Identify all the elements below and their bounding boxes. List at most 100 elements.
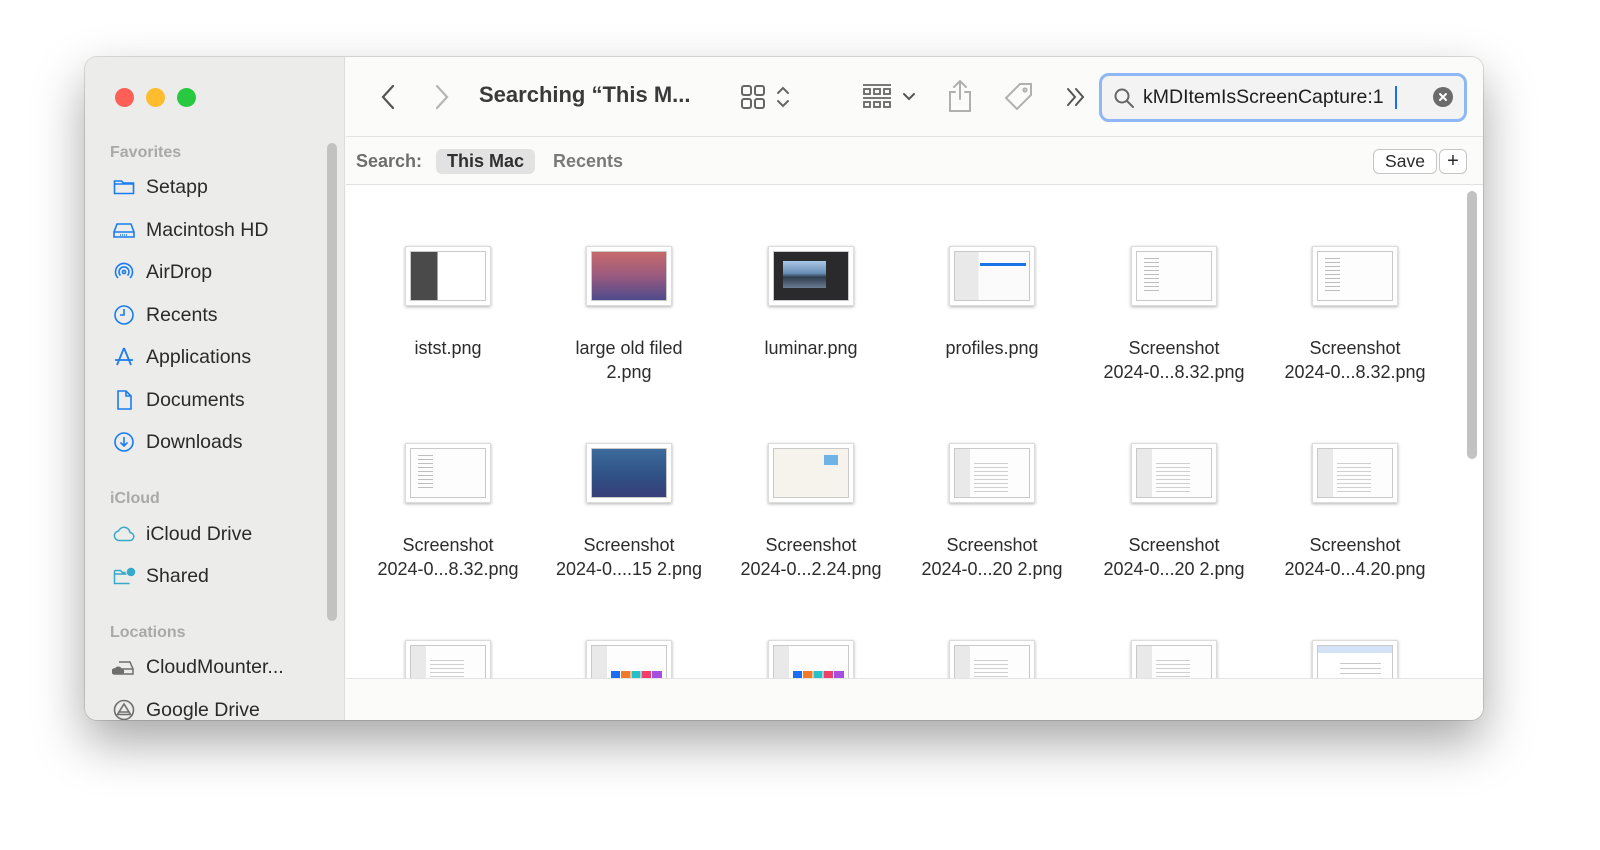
file-item[interactable] [1270, 630, 1440, 678]
file-name: Screenshot 2024-0...20 2.png [1103, 535, 1245, 579]
sidebar-item-icloud-drive[interactable]: iCloud Drive [111, 517, 321, 551]
sidebar-item-setapp[interactable]: Setapp [111, 170, 321, 204]
group-button[interactable] [859, 81, 919, 113]
file-name: Screenshot 2024-0....15 2.png [555, 535, 703, 579]
file-name: Screenshot 2024-0...2.24.png [740, 535, 882, 579]
group-icon [863, 84, 891, 108]
sidebar-item-label: Recents [146, 303, 218, 326]
sidebar-item-label: Downloads [146, 430, 243, 453]
sidebar-item-cloudmounter[interactable]: CloudMounter... [111, 650, 321, 684]
search-field[interactable] [1099, 73, 1467, 122]
file-item[interactable]: Screenshot 2024-0...20 2.png [1089, 433, 1259, 581]
sidebar-item-label: iCloud Drive [146, 522, 253, 545]
file-thumbnail [1131, 246, 1217, 306]
file-item[interactable] [726, 630, 896, 678]
file-item[interactable] [1089, 630, 1259, 678]
clear-search-button[interactable] [1433, 87, 1453, 107]
sidebar-item-google-drive[interactable]: Google Drive [111, 693, 321, 720]
content-scrollbar[interactable] [1467, 191, 1477, 459]
forward-button[interactable] [428, 81, 456, 113]
sidebar-item-applications[interactable]: Applications [111, 340, 321, 374]
document-icon [111, 387, 137, 413]
sidebar-section-favorites: Favorites [110, 144, 182, 161]
file-item[interactable]: Screenshot 2024-0...8.32.png [1089, 236, 1259, 384]
file-thumbnail [1312, 246, 1398, 306]
icon-view-icon [741, 85, 765, 109]
sidebar-item-recents[interactable]: Recents [111, 298, 321, 332]
chevron-left-icon [381, 84, 395, 110]
file-item[interactable]: luminar.png [726, 236, 896, 360]
file-item[interactable]: Screenshot 2024-0...4.20.png [1270, 433, 1440, 581]
file-item[interactable]: Screenshot 2024-0...8.32.png [363, 433, 533, 581]
share-button[interactable] [944, 77, 976, 115]
share-icon [949, 79, 971, 112]
file-item[interactable]: istst.png [363, 236, 533, 360]
save-search-button[interactable]: Save [1373, 149, 1437, 174]
file-thumbnail [768, 443, 854, 503]
sidebar-item-macintosh-hd[interactable]: Macintosh HD [111, 213, 321, 247]
file-item[interactable] [544, 630, 714, 678]
close-button[interactable] [115, 88, 134, 107]
thumbnail-wrapper [544, 630, 714, 678]
sidebar-item-downloads[interactable]: Downloads [111, 425, 321, 459]
file-item[interactable]: large old filed 2.png [544, 236, 714, 384]
window-title: Searching “This M... [479, 82, 691, 107]
thumbnail-wrapper [1089, 630, 1259, 678]
hard-drive-icon [111, 217, 137, 243]
thumbnail-image [591, 251, 667, 301]
file-thumbnail [768, 640, 854, 678]
file-name: large old filed 2.png [575, 338, 683, 382]
sidebar-item-label: Documents [146, 388, 245, 411]
thumbnail-wrapper [726, 433, 896, 513]
sidebar-item-airdrop[interactable]: AirDrop [111, 255, 321, 289]
thumbnail-wrapper [363, 236, 533, 316]
applications-icon [111, 344, 137, 370]
file-thumbnail [405, 443, 491, 503]
thumbnail-image [1136, 448, 1212, 498]
tag-icon [1004, 83, 1032, 111]
scope-this-mac[interactable]: This Mac [436, 149, 536, 174]
scope-label: Search: [356, 151, 423, 171]
thumbnail-image [1317, 645, 1393, 678]
search-input[interactable] [1143, 86, 1403, 109]
file-item[interactable] [907, 630, 1077, 678]
thumbnail-image [954, 645, 1030, 678]
file-thumbnail [586, 443, 672, 503]
thumbnail-image [773, 251, 849, 301]
file-item[interactable]: Screenshot 2024-0...2.24.png [726, 433, 896, 581]
more-toolbar-button[interactable] [1064, 85, 1088, 109]
thumbnail-image [410, 448, 486, 498]
view-mode-button[interactable] [735, 81, 795, 113]
file-name: Screenshot 2024-0...8.32.png [1103, 338, 1245, 382]
airdrop-icon [111, 259, 137, 285]
tag-button[interactable] [1001, 79, 1037, 115]
minimize-button[interactable] [146, 88, 165, 107]
finder-window: Favorites Setapp Macintosh HD AirDrop Re… [85, 57, 1483, 720]
thumbnail-image [1136, 251, 1212, 301]
thumbnail-wrapper [726, 630, 896, 678]
file-item[interactable]: Screenshot 2024-0...8.32.png [1270, 236, 1440, 384]
sidebar-item-label: Shared [146, 564, 209, 587]
thumbnail-wrapper [1270, 630, 1440, 678]
chevron-right-icon [435, 84, 449, 110]
back-button[interactable] [374, 81, 402, 113]
sidebar-item-shared[interactable]: Shared [111, 559, 321, 593]
file-name: istst.png [414, 338, 482, 358]
file-item[interactable]: Screenshot 2024-0...20 2.png [907, 433, 1077, 581]
file-thumbnail [1131, 640, 1217, 678]
sidebar-scrollbar[interactable] [327, 143, 337, 621]
file-item[interactable] [363, 630, 533, 678]
scope-recents[interactable]: Recents [542, 149, 634, 174]
zoom-button[interactable] [177, 88, 196, 107]
cloud-drive-icon [111, 654, 137, 680]
add-criteria-button[interactable]: + [1439, 149, 1467, 174]
thumbnail-wrapper [363, 630, 533, 678]
file-item[interactable]: Screenshot 2024-0....15 2.png [544, 433, 714, 581]
sidebar-item-documents[interactable]: Documents [111, 383, 321, 417]
file-thumbnail [405, 640, 491, 678]
thumbnail-wrapper [544, 433, 714, 513]
thumbnail-image [954, 448, 1030, 498]
file-item[interactable]: profiles.png [907, 236, 1077, 360]
file-grid: istst.png large old filed 2.png luminar.pn… [346, 186, 1483, 678]
file-thumbnail [1312, 443, 1398, 503]
